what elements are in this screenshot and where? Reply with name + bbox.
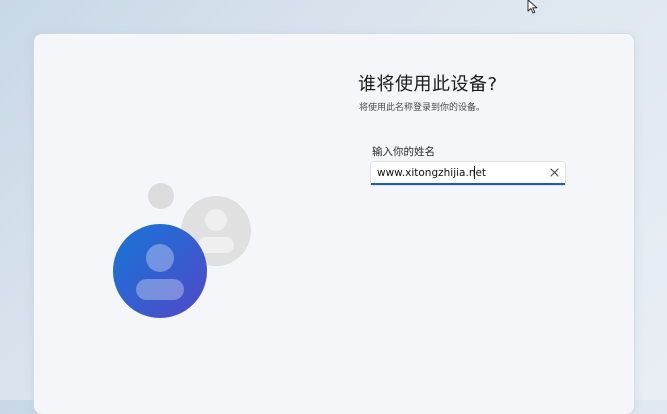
name-input[interactable] — [377, 164, 537, 181]
page-subtitle: 将使用此名称登录到你的设备。 — [359, 103, 486, 113]
page-title: 谁将使用此设备? — [358, 74, 498, 95]
name-field-label: 输入你的姓名 — [372, 146, 435, 158]
text-caret — [474, 166, 475, 179]
avatar-illustration — [113, 183, 251, 318]
main-avatar-icon — [113, 224, 207, 318]
mouse-pointer-icon — [527, 0, 538, 14]
close-icon — [549, 167, 559, 177]
small-placeholder-dot — [148, 183, 174, 209]
name-field-container — [371, 162, 565, 185]
oobe-dialog: 谁将使用此设备? 将使用此名称登录到你的设备。 输入你的姓名 — [34, 34, 634, 414]
clear-input-button[interactable] — [547, 165, 561, 179]
